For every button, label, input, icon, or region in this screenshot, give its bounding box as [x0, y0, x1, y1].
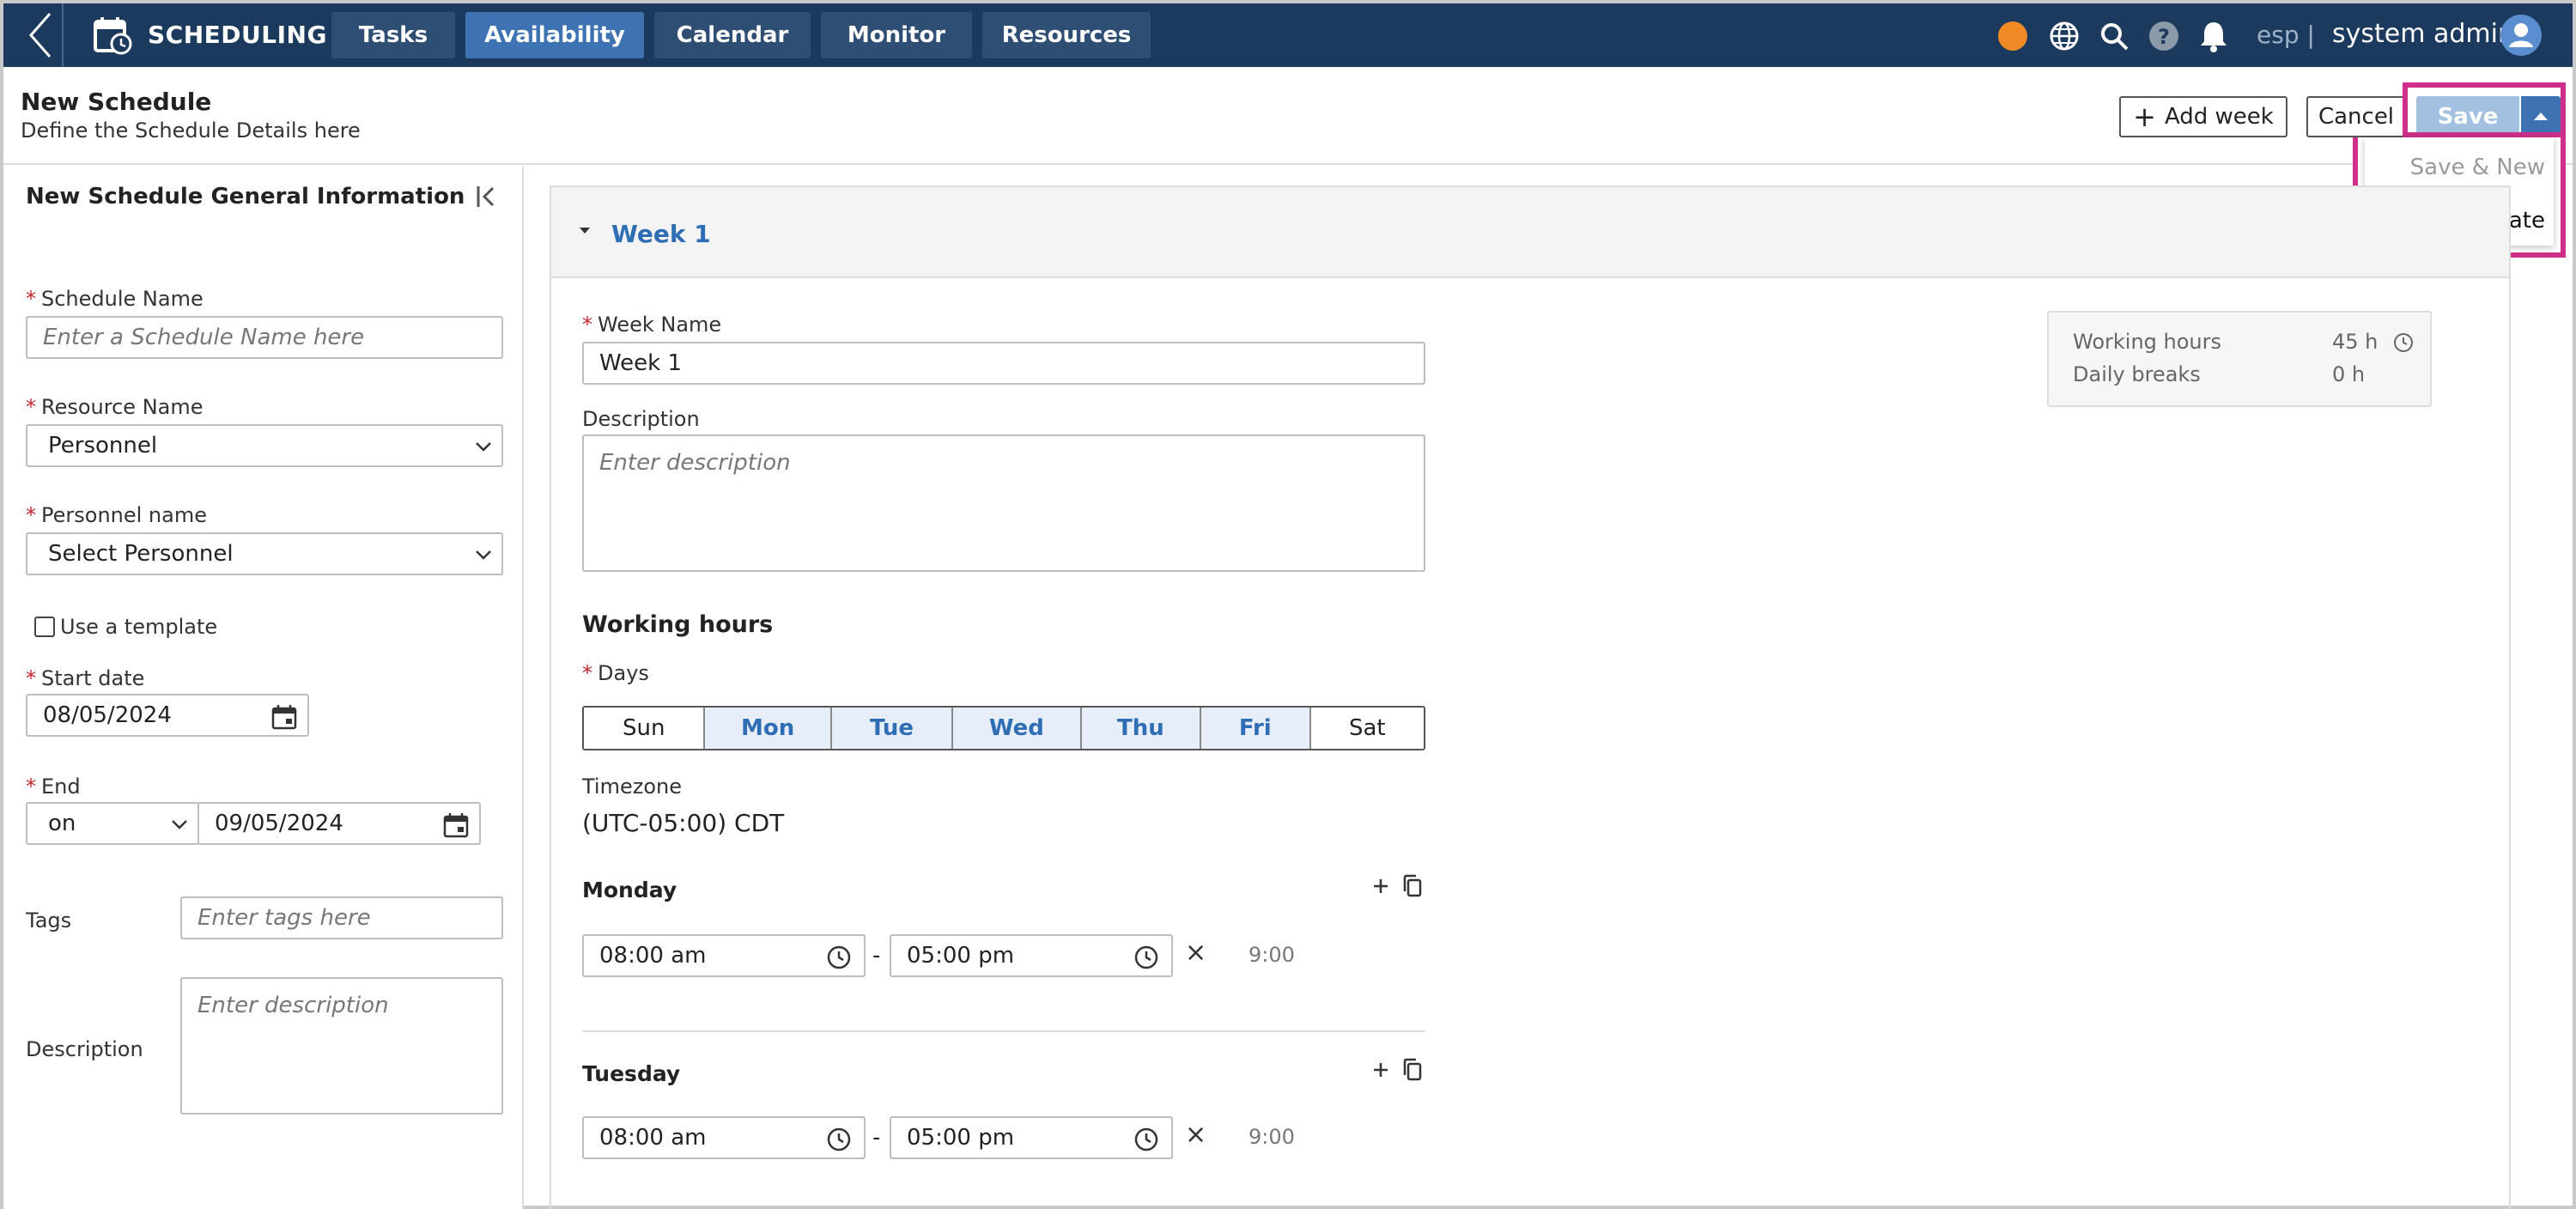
day-toggle-thu[interactable]: Thu — [1081, 708, 1202, 749]
search-icon[interactable] — [2099, 21, 2129, 52]
language-switch[interactable]: esp | — [2257, 21, 2315, 49]
day-divider — [582, 1030, 1425, 1032]
use-template-checkbox[interactable] — [34, 617, 55, 637]
tuesday-start-time[interactable]: 08:00 am — [582, 1116, 866, 1159]
day-toggle-wed[interactable]: Wed — [953, 708, 1082, 749]
top-navigation-bar: SCHEDULING Tasks Availability Calendar M… — [3, 3, 2573, 67]
daily-breaks-summary-value: 0 h — [2332, 362, 2366, 386]
week-title: Week 1 — [611, 220, 711, 248]
plus-icon[interactable] — [1370, 1060, 1391, 1080]
clock-icon[interactable] — [826, 1127, 852, 1152]
clock-icon[interactable] — [826, 945, 852, 970]
plus-icon[interactable] — [1370, 876, 1391, 896]
globe-icon[interactable] — [2049, 21, 2080, 52]
start-date-input[interactable]: 08/05/2024 — [26, 694, 309, 737]
week-description-label: Description — [582, 407, 700, 431]
bell-icon[interactable] — [2198, 19, 2229, 53]
working-hours-summary-label: Working hours — [2073, 330, 2221, 354]
chevron-left-icon — [29, 13, 52, 58]
calendar-icon[interactable] — [443, 812, 469, 838]
chevron-down-icon — [476, 442, 491, 452]
calendar-clock-icon — [94, 17, 132, 55]
end-date-input[interactable]: 09/05/2024 — [197, 802, 481, 845]
working-hours-summary-value: 45 h — [2332, 330, 2379, 354]
menu-item-save-new: Save & New — [2409, 155, 2545, 180]
add-week-label: Add week — [2164, 104, 2274, 130]
tab-tasks[interactable]: Tasks — [331, 12, 455, 58]
timezone-label: Timezone — [582, 775, 682, 799]
tab-calendar[interactable]: Calendar — [654, 12, 811, 58]
cancel-button[interactable]: Cancel — [2306, 96, 2406, 137]
chevron-down-icon — [172, 820, 187, 829]
copy-icon[interactable] — [1401, 874, 1424, 898]
day-heading-tuesday: Tuesday — [582, 1061, 681, 1086]
clock-icon[interactable] — [1133, 945, 1159, 970]
timezone-value: (UTC-05:00) CDT — [582, 809, 785, 837]
start-date-label: * Start date — [26, 666, 145, 690]
end-mode-select[interactable]: on — [26, 802, 199, 845]
monday-start-time[interactable]: 08:00 am — [582, 934, 866, 977]
monday-duration: 9:00 — [1249, 943, 1295, 967]
tuesday-end-time[interactable]: 05:00 pm — [890, 1116, 1173, 1159]
week-name-label: * Week Name — [582, 313, 722, 337]
tags-label: Tags — [26, 908, 72, 933]
working-hours-heading: Working hours — [582, 611, 774, 638]
copy-icon[interactable] — [1401, 1058, 1424, 1082]
remove-time-range-icon[interactable]: × — [1185, 938, 1206, 968]
save-highlight-frame — [2403, 82, 2566, 137]
add-week-button[interactable]: + Add week — [2119, 96, 2287, 137]
tab-availability[interactable]: Availability — [465, 12, 644, 58]
week-description-textarea[interactable]: Enter description — [582, 434, 1425, 572]
resource-name-select[interactable]: Personnel — [26, 424, 503, 467]
day-toggle-sat[interactable]: Sat — [1310, 708, 1424, 749]
status-dot-icon[interactable] — [1997, 21, 2028, 52]
panel-title: New Schedule General Information — [26, 184, 465, 210]
use-template-label: Use a template — [60, 615, 218, 639]
svg-text:?: ? — [2158, 25, 2170, 49]
week-name-input[interactable]: Week 1 — [582, 342, 1425, 385]
avatar[interactable] — [2500, 15, 2542, 56]
tags-input[interactable]: Enter tags here — [180, 896, 503, 939]
day-toggle-fri[interactable]: Fri — [1201, 708, 1311, 749]
remove-time-range-icon[interactable]: × — [1185, 1120, 1206, 1150]
day-heading-monday: Monday — [582, 878, 677, 902]
day-toggle-sun[interactable]: Sun — [584, 708, 706, 749]
app-title: SCHEDULING — [148, 21, 327, 49]
personnel-name-select[interactable]: Select Personnel — [26, 532, 503, 575]
daily-breaks-summary-label: Daily breaks — [2073, 362, 2201, 386]
resource-name-label: * Resource Name — [26, 395, 204, 419]
monday-end-time[interactable]: 05:00 pm — [890, 934, 1173, 977]
week-header[interactable]: Week 1 — [551, 185, 2509, 278]
day-toggle-mon[interactable]: Mon — [705, 708, 832, 749]
end-label: * End — [26, 775, 81, 799]
plus-icon: + — [2133, 100, 2156, 133]
days-label: * Days — [582, 661, 649, 685]
user-icon — [2509, 23, 2533, 47]
days-selector: Sun Mon Tue Wed Thu Fri Sat — [582, 706, 1425, 750]
schedule-name-label: * Schedule Name — [26, 287, 204, 311]
clock-icon — [2394, 333, 2413, 352]
user-name[interactable]: system admin — [2332, 19, 2514, 49]
tuesday-duration: 9:00 — [1249, 1125, 1295, 1149]
back-button[interactable] — [17, 3, 64, 67]
calendar-icon[interactable] — [271, 704, 297, 730]
week-summary-box: Working hours 45 h Daily breaks 0 h — [2047, 311, 2432, 407]
day-toggle-tue[interactable]: Tue — [831, 708, 954, 749]
chevron-down-icon — [476, 550, 491, 560]
description-textarea[interactable]: Enter description — [180, 977, 503, 1115]
page-subtitle: Define the Schedule Details here — [21, 118, 361, 143]
help-icon[interactable]: ? — [2148, 21, 2179, 52]
time-range-separator: - — [872, 1125, 881, 1151]
tab-monitor[interactable]: Monitor — [821, 12, 972, 58]
clock-icon[interactable] — [1133, 1127, 1159, 1152]
tab-resources[interactable]: Resources — [982, 12, 1151, 58]
personnel-name-label: * Personnel name — [26, 503, 207, 527]
time-range-separator: - — [872, 943, 881, 969]
collapse-panel-icon[interactable] — [474, 184, 500, 210]
schedule-name-input[interactable]: Enter a Schedule Name here — [26, 316, 503, 359]
page-title: New Schedule — [21, 88, 212, 116]
general-info-panel: New Schedule General Information * Schedu… — [3, 167, 524, 1209]
description-label: Description — [26, 1037, 143, 1061]
caret-down-icon[interactable] — [577, 225, 592, 237]
